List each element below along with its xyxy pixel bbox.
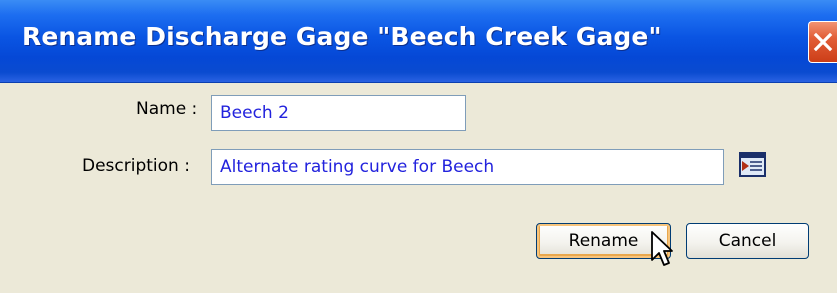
cancel-button[interactable]: Cancel (686, 223, 809, 259)
title-bar: Rename Discharge Gage "Beech Creek Gage" (0, 0, 837, 83)
name-label: Name : (136, 99, 198, 119)
close-icon (813, 32, 833, 52)
mouse-pointer-icon (651, 231, 673, 266)
close-button[interactable] (808, 21, 837, 63)
description-label: Description : (82, 156, 190, 176)
text-editor-icon (739, 152, 766, 177)
text-editor-button[interactable] (738, 150, 768, 180)
dialog-title: Rename Discharge Gage "Beech Creek Gage" (22, 22, 662, 51)
description-field[interactable]: Alternate rating curve for Beech (211, 149, 724, 185)
name-field[interactable]: Beech 2 (211, 95, 466, 131)
